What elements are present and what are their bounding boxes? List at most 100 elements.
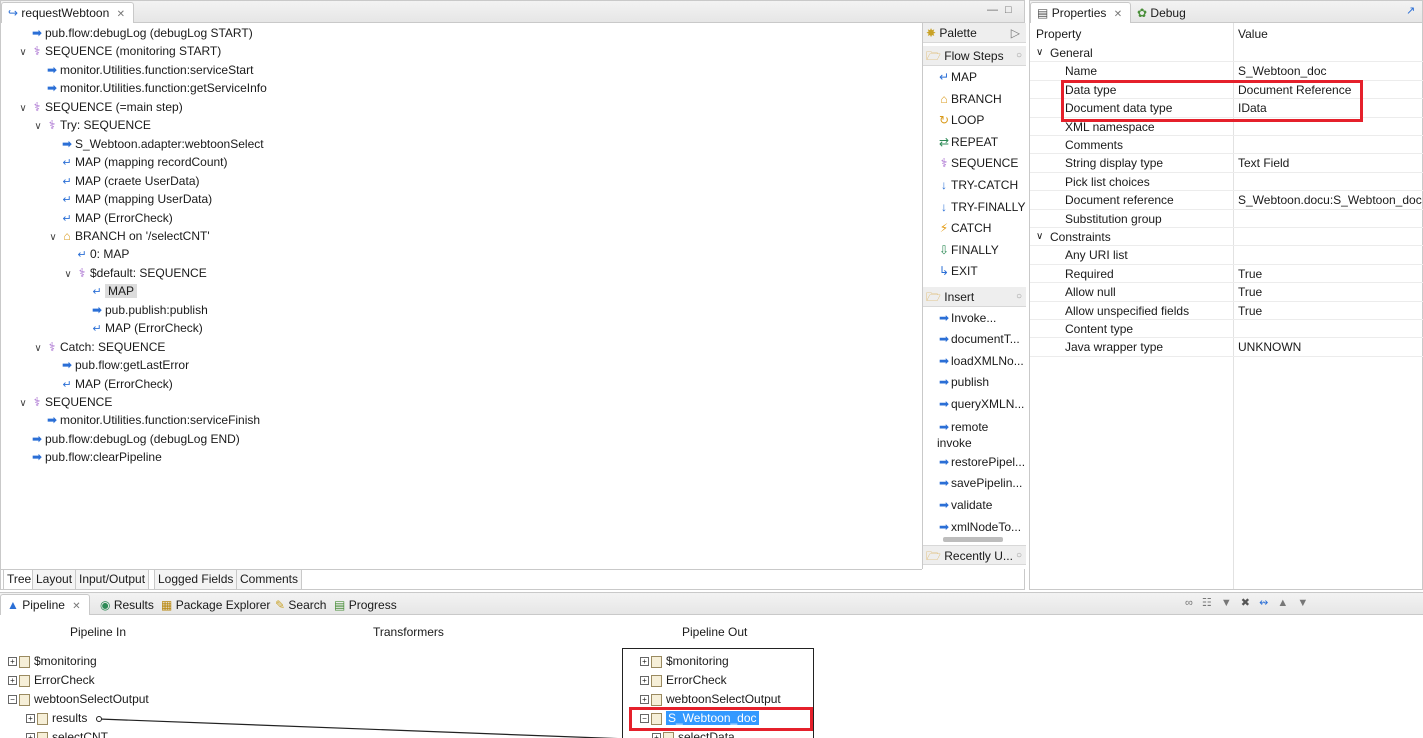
tree-node[interactable]: ∨ ⚕ Catch: SEQUENCE	[32, 338, 165, 356]
property-row[interactable]: Comments	[1030, 136, 1423, 155]
palette-item-catch[interactable]: ⚡ CATCH	[937, 221, 992, 235]
pin-icon[interactable]: ○	[1016, 287, 1022, 307]
palette-header[interactable]: ✸ Palette ▷	[923, 23, 1026, 43]
property-key: Pick list choices	[1065, 174, 1150, 189]
editor-tab[interactable]: ↪ requestWebtoon ✕	[1, 2, 134, 23]
property-row[interactable]: Substitution group	[1030, 210, 1423, 228]
tree-node[interactable]: ↵ MAP (ErrorCheck)	[77, 319, 202, 337]
pin-icon[interactable]: ○	[1016, 546, 1022, 566]
tab-debug[interactable]: ✿ Debug	[1130, 2, 1195, 23]
flow-steps-header[interactable]: 🗁 Flow Steps ○	[923, 46, 1026, 66]
tree-node[interactable]: ➡ S_Webtoon.adapter:webtoonSelect	[47, 135, 264, 153]
property-row[interactable]: Allow null True	[1030, 283, 1423, 302]
property-value[interactable]: UNKNOWN	[1238, 338, 1301, 356]
tree-node[interactable]: ∨ ⚕ SEQUENCE	[17, 393, 112, 411]
tree-node[interactable]: ∨ ⚕ $default: SEQUENCE	[62, 264, 206, 284]
expand-toggle-icon[interactable]: ∨	[47, 229, 59, 247]
tree-node[interactable]: ↵ MAP (ErrorCheck)	[47, 209, 172, 227]
insert-item[interactable]: ➡ documentT...	[937, 332, 1020, 346]
property-row[interactable]: Required True	[1030, 265, 1423, 284]
property-group[interactable]: ∨ Constraints	[1030, 228, 1423, 247]
tree-node[interactable]: ↵ MAP (ErrorCheck)	[47, 375, 172, 393]
insert-item[interactable]: ➡ validate	[937, 498, 992, 512]
property-value[interactable]: True	[1238, 265, 1262, 283]
tree-node[interactable]: ➡ pub.flow:getLastError	[47, 356, 189, 374]
expand-toggle-icon[interactable]: ∨	[17, 395, 29, 413]
property-value[interactable]: True	[1238, 302, 1262, 320]
property-row[interactable]: Pick list choices	[1030, 173, 1423, 192]
tree-node[interactable]: ∨ ⚕ SEQUENCE (=main step)	[17, 98, 182, 118]
property-value[interactable]: Text Field	[1238, 154, 1289, 172]
property-row[interactable]: Name S_Webtoon_doc	[1030, 62, 1423, 81]
tree-node[interactable]: ∨ ⚕ Try: SEQUENCE	[32, 116, 151, 134]
close-icon[interactable]: ✕	[1114, 9, 1122, 20]
pin-icon[interactable]: ○	[1016, 46, 1022, 66]
tree-node[interactable]: ↵ 0: MAP	[62, 245, 129, 263]
insert-item[interactable]: ➡ remote invoke	[937, 419, 1017, 451]
link-anchor[interactable]	[96, 716, 102, 722]
property-row[interactable]: Content type	[1030, 320, 1423, 339]
tab-comments[interactable]: Comments	[236, 570, 303, 590]
tree-node[interactable]: ➡ pub.flow:debugLog (debugLog END)	[17, 430, 240, 448]
recently-used-header[interactable]: 🗁 Recently U... ○	[923, 545, 1026, 565]
tab-input-output[interactable]: Input/Output	[75, 570, 150, 590]
expand-toggle-icon[interactable]: ∨	[1036, 228, 1043, 246]
tree-node[interactable]: ↵ MAP (mapping UserData)	[47, 190, 212, 208]
property-row[interactable]: Allow unspecified fields True	[1030, 302, 1423, 320]
insert-item[interactable]: ➡ queryXMLN...	[937, 397, 1024, 411]
collapse-icon[interactable]: ▷	[1011, 23, 1020, 43]
expand-toggle-icon[interactable]: ∨	[62, 266, 74, 284]
tree-node[interactable]: ∨ ⚕ SEQUENCE (monitoring START)	[17, 42, 221, 60]
tree-node[interactable]: ↵ MAP (craete UserData)	[47, 172, 199, 190]
palette-item-map[interactable]: ↵ MAP	[937, 70, 977, 84]
minimize-icon[interactable]: —	[987, 4, 998, 16]
property-row[interactable]: String display type Text Field	[1030, 154, 1423, 173]
expand-toggle-icon[interactable]: ∨	[1036, 44, 1043, 62]
palette-item-exit[interactable]: ↳ EXIT	[937, 264, 978, 278]
property-row[interactable]: Document reference S_Webtoon.docu:S_Webto…	[1030, 191, 1423, 210]
insert-item[interactable]: ➡ restorePipel...	[937, 455, 1025, 469]
property-value[interactable]: True	[1238, 283, 1262, 301]
insert-item[interactable]: ➡ savePipelin...	[937, 476, 1022, 490]
palette-scrollbar[interactable]	[943, 537, 1003, 542]
insert-item[interactable]: ➡ xmlNodeTo...	[937, 520, 1021, 534]
tree-node[interactable]: ➡ monitor.Utilities.function:serviceFinis…	[32, 411, 260, 429]
property-row[interactable]: Any URI list	[1030, 246, 1423, 265]
tree-node[interactable]: ➡ monitor.Utilities.function:serviceStart	[32, 61, 253, 79]
close-icon[interactable]: ✕	[117, 9, 125, 20]
tree-node[interactable]: ∨ ⌂ BRANCH on '/selectCNT'	[47, 227, 209, 247]
tab-properties[interactable]: ▤ Properties ✕	[1030, 2, 1132, 23]
tree-node[interactable]: ↵ MAP (mapping recordCount)	[47, 153, 227, 171]
open-view-icon[interactable]: ↗	[1406, 4, 1415, 17]
palette-item-branch[interactable]: ⌂ BRANCH	[937, 92, 1001, 106]
tree-node[interactable]: ➡ pub.flow:debugLog (debugLog START)	[17, 24, 253, 42]
property-row[interactable]: Java wrapper type UNKNOWN	[1030, 338, 1423, 357]
expand-toggle-icon[interactable]: ∨	[32, 118, 44, 136]
tree-node[interactable]: ➡ monitor.Utilities.function:getServiceIn…	[32, 79, 267, 97]
palette-item-try-catch[interactable]: ↓ TRY-CATCH	[937, 178, 1018, 192]
tree-node[interactable]: ➡ pub.publish:publish	[77, 301, 208, 319]
expand-toggle-icon[interactable]: ∨	[17, 100, 29, 118]
palette-item-sequence[interactable]: ⚕ SEQUENCE	[937, 156, 1019, 170]
property-value[interactable]: S_Webtoon.docu:S_Webtoon_doc	[1238, 191, 1422, 209]
palette-item-try-finally[interactable]: ↓ TRY-FINALLY	[937, 200, 1025, 214]
tab-logged-fields[interactable]: Logged Fields	[154, 570, 238, 590]
palette-item-loop[interactable]: ↻ LOOP	[937, 113, 984, 127]
property-value[interactable]: S_Webtoon_doc	[1238, 62, 1327, 80]
expand-toggle-icon[interactable]: ∨	[17, 44, 29, 62]
insert-item[interactable]: ➡ loadXMLNo...	[937, 354, 1024, 368]
tab-tree[interactable]: Tree	[3, 570, 36, 590]
tree-node[interactable]: ➡ pub.flow:clearPipeline	[17, 448, 162, 466]
insert-item[interactable]: ➡ Invoke...	[937, 311, 996, 325]
tab-layout[interactable]: Layout	[32, 570, 77, 590]
insert-item[interactable]: ➡ publish	[937, 375, 989, 389]
palette-item-finally[interactable]: ⇩ FINALLY	[937, 243, 999, 257]
mapping-link[interactable]	[98, 718, 628, 738]
invoke-icon: ➡	[46, 62, 58, 77]
tree-node[interactable]: ↵ MAP	[77, 282, 138, 300]
palette-item-repeat[interactable]: ⇄ REPEAT	[937, 135, 998, 149]
maximize-icon[interactable]: □	[1005, 4, 1012, 16]
insert-header[interactable]: 🗁 Insert ○	[923, 287, 1026, 307]
property-group[interactable]: ∨ General	[1030, 44, 1423, 63]
expand-toggle-icon[interactable]: ∨	[32, 340, 44, 358]
